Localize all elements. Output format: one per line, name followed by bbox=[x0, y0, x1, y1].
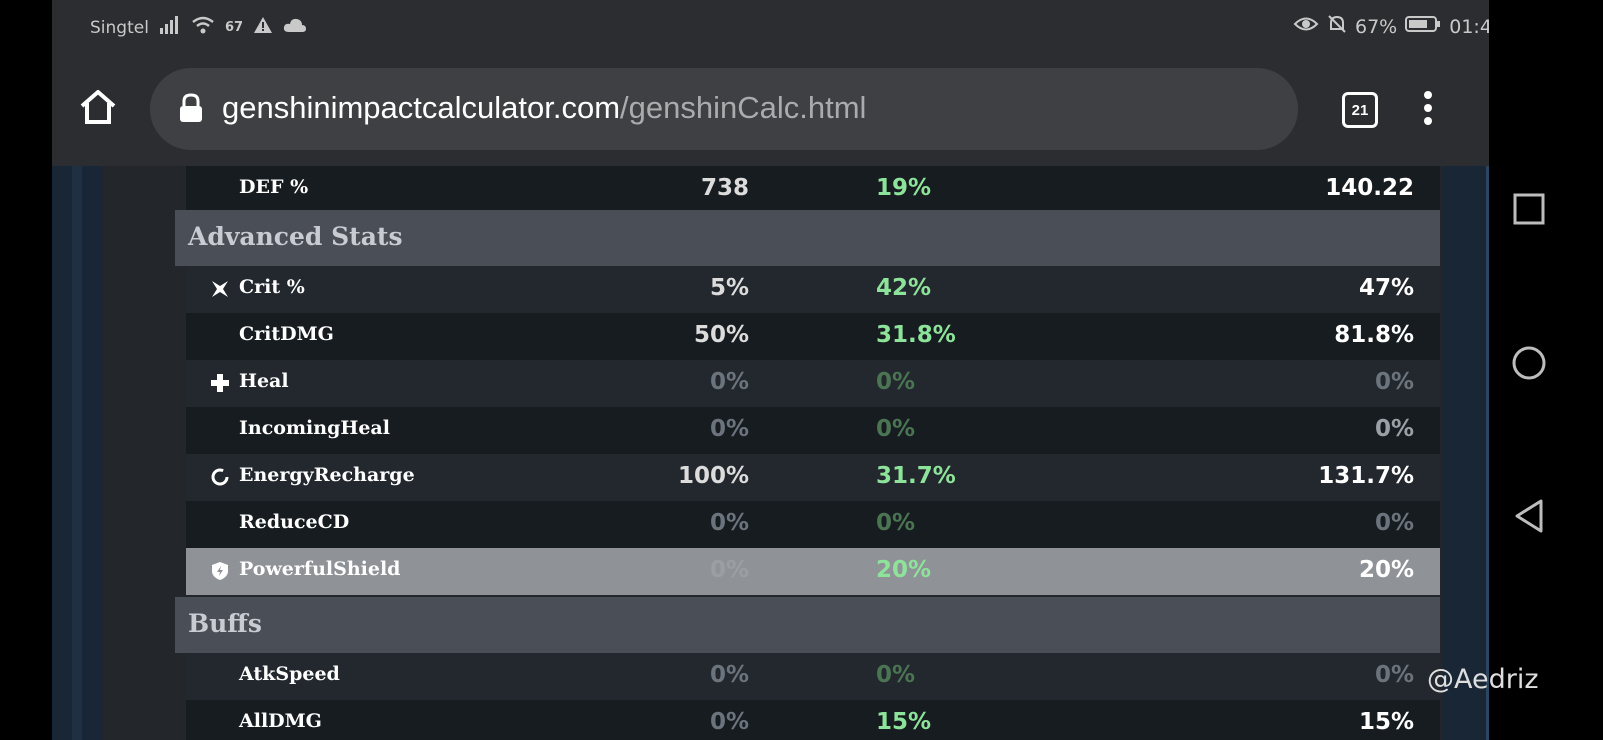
stat-label: ReduceCD bbox=[239, 511, 350, 533]
stat-bonus: 31.7% bbox=[876, 463, 956, 489]
stat-row-powerful-shield[interactable]: PowerfulShield 0% 20% 20% bbox=[186, 548, 1440, 595]
section-header-advanced-stats: Advanced Stats bbox=[175, 210, 1440, 266]
stat-bonus: 0% bbox=[876, 416, 916, 442]
stat-base: 100% bbox=[677, 463, 749, 489]
section-title: Advanced Stats bbox=[188, 222, 403, 251]
home-button[interactable] bbox=[78, 88, 118, 130]
stat-total: 15% bbox=[1358, 709, 1414, 735]
crit-star-icon bbox=[210, 279, 230, 303]
stat-base: 0% bbox=[709, 416, 749, 442]
battery-icon bbox=[1405, 15, 1441, 38]
stat-bonus: 0% bbox=[876, 369, 916, 395]
stat-total: 0% bbox=[1374, 369, 1414, 395]
stat-row-heal: Heal 0% 0% 0% bbox=[186, 360, 1440, 407]
stat-total: 81.8% bbox=[1334, 322, 1414, 348]
overflow-menu-button[interactable] bbox=[1422, 90, 1434, 130]
status-bar: Singtel 67 67% 01:47 bbox=[52, 0, 1522, 56]
stat-base: 0% bbox=[709, 510, 749, 536]
stat-bonus: 20% bbox=[876, 557, 932, 583]
watermark-text: @Aedriz bbox=[1427, 664, 1539, 695]
status-right: 67% 01:47 bbox=[1293, 14, 1504, 39]
stat-base: 0% bbox=[709, 369, 749, 395]
web-page: DEF % 738 19% 140.22 Advanced Stats Crit… bbox=[52, 166, 1522, 740]
lock-icon bbox=[178, 93, 204, 127]
phone-screen: Singtel 67 67% 01:47 genshinimpactcalcul… bbox=[52, 0, 1522, 740]
square-icon bbox=[1513, 193, 1545, 225]
stat-row-crit-percent: Crit % 5% 42% 47% bbox=[186, 266, 1440, 313]
wifi-icon bbox=[191, 16, 215, 39]
stat-bonus: 15% bbox=[876, 709, 932, 735]
stat-row-crit-dmg: CritDMG 50% 31.8% 81.8% bbox=[186, 313, 1440, 360]
url-domain: genshinimpactcalculator.com bbox=[222, 90, 621, 125]
shield-icon bbox=[210, 561, 230, 585]
recents-button[interactable] bbox=[1509, 193, 1549, 231]
mute-bell-icon bbox=[1327, 14, 1347, 39]
stat-base: 0% bbox=[709, 662, 749, 688]
stat-row-atk-speed: AtkSpeed 0% 0% 0% bbox=[186, 653, 1440, 700]
stats-panel: DEF % 738 19% 140.22 Advanced Stats Crit… bbox=[102, 166, 1442, 740]
stat-bonus: 0% bbox=[876, 662, 916, 688]
cloud-icon bbox=[283, 17, 307, 38]
stat-total: 0% bbox=[1374, 416, 1414, 442]
stat-label: EnergyRecharge bbox=[239, 464, 415, 486]
circle-icon bbox=[1512, 346, 1546, 380]
page-side-border-left bbox=[72, 166, 82, 740]
stat-row-all-dmg: AllDMG 0% 15% 15% bbox=[186, 700, 1440, 740]
status-left: Singtel 67 bbox=[90, 16, 307, 39]
stat-base: 0% bbox=[709, 557, 749, 583]
stat-label: CritDMG bbox=[239, 323, 334, 345]
url-path: /genshinCalc.html bbox=[620, 90, 867, 125]
stat-base: 50% bbox=[693, 322, 749, 348]
stat-total: 140.22 bbox=[1325, 175, 1414, 201]
stat-label: DEF % bbox=[239, 176, 309, 198]
signal-icon bbox=[159, 16, 181, 39]
heal-cross-icon bbox=[210, 373, 230, 397]
browser-toolbar: genshinimpactcalculator.com/genshinCalc.… bbox=[52, 56, 1522, 166]
stat-row-energy-recharge: EnergyRecharge 100% 31.7% 131.7% bbox=[186, 454, 1440, 501]
energy-ring-icon bbox=[210, 467, 230, 491]
home-icon bbox=[80, 90, 116, 124]
stat-base: 738 bbox=[700, 175, 749, 201]
stat-row-reduce-cd: ReduceCD 0% 0% 0% bbox=[186, 501, 1440, 548]
stat-row-incoming-heal: IncomingHeal 0% 0% 0% bbox=[186, 407, 1440, 454]
address-bar[interactable]: genshinimpactcalculator.com/genshinCalc.… bbox=[150, 68, 1298, 150]
speed-badge: 67 bbox=[224, 20, 244, 35]
stat-label: Crit % bbox=[239, 276, 305, 298]
battery-percent: 67% bbox=[1355, 15, 1398, 38]
stat-label: IncomingHeal bbox=[239, 417, 390, 439]
more-vert-icon bbox=[1424, 91, 1432, 125]
eye-comfort-icon bbox=[1293, 15, 1319, 38]
stat-total: 131.7% bbox=[1318, 463, 1414, 489]
home-nav-button[interactable] bbox=[1509, 344, 1549, 386]
back-triangle-icon bbox=[1515, 499, 1543, 533]
stat-total: 0% bbox=[1374, 662, 1414, 688]
back-button[interactable] bbox=[1509, 496, 1549, 540]
stat-bonus: 19% bbox=[876, 175, 932, 201]
url-text: genshinimpactcalculator.com/genshinCalc.… bbox=[222, 90, 866, 126]
warning-icon bbox=[253, 16, 273, 39]
stat-label: AtkSpeed bbox=[239, 663, 340, 685]
stat-label: AllDMG bbox=[239, 710, 322, 732]
stat-row-def-percent: DEF % 738 19% 140.22 bbox=[186, 166, 1440, 213]
section-header-buffs: Buffs bbox=[175, 597, 1440, 653]
tab-switcher-button[interactable]: 21 bbox=[1342, 92, 1378, 128]
stat-label: Heal bbox=[239, 370, 289, 392]
stat-total: 20% bbox=[1358, 557, 1414, 583]
stat-total: 47% bbox=[1358, 275, 1414, 301]
stat-total: 0% bbox=[1374, 510, 1414, 536]
section-title: Buffs bbox=[188, 609, 262, 638]
stat-bonus: 0% bbox=[876, 510, 916, 536]
stat-bonus: 31.8% bbox=[876, 322, 956, 348]
android-nav-bar bbox=[1489, 0, 1603, 740]
stat-bonus: 42% bbox=[876, 275, 932, 301]
stat-base: 5% bbox=[709, 275, 749, 301]
stat-label: PowerfulShield bbox=[239, 558, 401, 580]
carrier-label: Singtel bbox=[90, 17, 149, 38]
stat-base: 0% bbox=[709, 709, 749, 735]
